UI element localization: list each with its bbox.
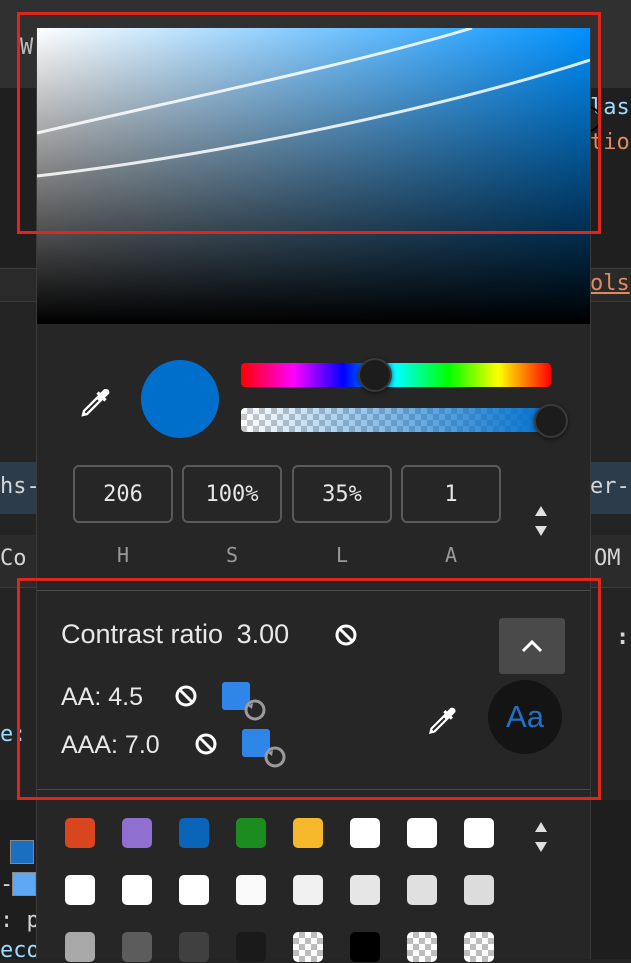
background-eyedropper-icon[interactable]	[423, 704, 459, 745]
palette-swatch[interactable]	[236, 818, 266, 848]
palette-swatch[interactable]	[179, 818, 209, 848]
bg-text-erc: er-c	[590, 474, 631, 499]
contrast-ratio-label: Contrast ratio	[61, 619, 224, 649]
no-symbol-icon	[334, 623, 358, 652]
palette-swatch[interactable]	[407, 932, 437, 962]
contrast-threshold-lines	[37, 28, 590, 178]
palette-swatch[interactable]	[293, 875, 323, 905]
palette-switch-icon[interactable]	[533, 820, 549, 859]
palette-swatch[interactable]	[293, 818, 323, 848]
bg-text-ols: ols	[590, 271, 630, 296]
bg-text-co: Co	[0, 546, 27, 571]
palette-swatch[interactable]	[236, 932, 266, 962]
palette-swatch[interactable]	[122, 932, 152, 962]
lightness-label: L	[335, 543, 349, 567]
saturation-lightness-area[interactable]	[37, 28, 590, 324]
palette-swatch[interactable]	[236, 875, 266, 905]
color-picker: 206 100% 35% 1 H S L A Contrast ratio 3.…	[36, 28, 591, 962]
suggest-color-fix-icon[interactable]	[240, 727, 288, 774]
eyedropper-icon[interactable]	[75, 385, 113, 428]
hue-label: H	[116, 543, 130, 567]
no-symbol-icon	[194, 732, 218, 761]
palette-swatch[interactable]	[179, 932, 209, 962]
bg-text-w: W	[20, 35, 34, 60]
aaa-label: AAA: 7.0	[61, 731, 160, 759]
palette-swatch[interactable]	[65, 818, 95, 848]
bg-text-om: OM	[594, 546, 621, 571]
palette-swatch[interactable]	[179, 875, 209, 905]
palette-swatch[interactable]	[350, 875, 380, 905]
palette-swatch[interactable]	[464, 875, 494, 905]
contrast-title: Contrast ratio 3.00	[61, 619, 289, 650]
contrast-section: Contrast ratio 3.00 AA: 4.5 AAA: 7.0 Aa	[37, 590, 590, 790]
saturation-label: S	[225, 543, 239, 567]
format-switch-icon[interactable]	[533, 504, 549, 543]
contrast-preview: Aa	[488, 680, 562, 754]
palette-swatch[interactable]	[350, 818, 380, 848]
bg-text-eco: eco	[0, 938, 40, 963]
bg-text-ep: e:	[0, 722, 27, 747]
bg-text-tio: tio	[590, 130, 630, 155]
contrast-ratio-value: 3.00	[236, 619, 290, 649]
palette-swatch[interactable]	[65, 932, 95, 962]
palette-swatch[interactable]	[407, 818, 437, 848]
alpha-input[interactable]: 1	[401, 465, 501, 523]
no-symbol-icon	[174, 684, 198, 713]
hue-slider[interactable]	[241, 363, 551, 387]
palette-swatch[interactable]	[407, 875, 437, 905]
palette-swatch[interactable]	[464, 932, 494, 962]
bg-text-p: : p	[0, 908, 40, 933]
alpha-label: A	[444, 543, 458, 567]
hue-slider-handle[interactable]	[358, 358, 392, 392]
palette-swatch[interactable]	[122, 818, 152, 848]
color-palette	[37, 788, 590, 962]
lightness-input[interactable]: 35%	[292, 465, 392, 523]
hue-input[interactable]: 206	[73, 465, 173, 523]
chevron-up-icon	[521, 639, 543, 653]
palette-swatch[interactable]	[65, 875, 95, 905]
bg-text-colon: :	[616, 625, 630, 650]
current-color-swatch	[141, 360, 219, 438]
saturation-input[interactable]: 100%	[182, 465, 282, 523]
bg-text-hs: hs-	[0, 474, 40, 499]
bg-swatch	[10, 840, 34, 864]
collapse-contrast-button[interactable]	[499, 618, 565, 674]
palette-swatch[interactable]	[350, 932, 380, 962]
palette-swatch[interactable]	[293, 932, 323, 962]
palette-swatch[interactable]	[122, 875, 152, 905]
palette-swatch[interactable]	[464, 818, 494, 848]
bg-swatch	[12, 872, 36, 896]
alpha-slider-handle[interactable]	[534, 404, 568, 438]
alpha-slider[interactable]	[241, 408, 551, 432]
aa-label: AA: 4.5	[61, 683, 143, 711]
suggest-color-fix-icon[interactable]	[220, 680, 268, 727]
